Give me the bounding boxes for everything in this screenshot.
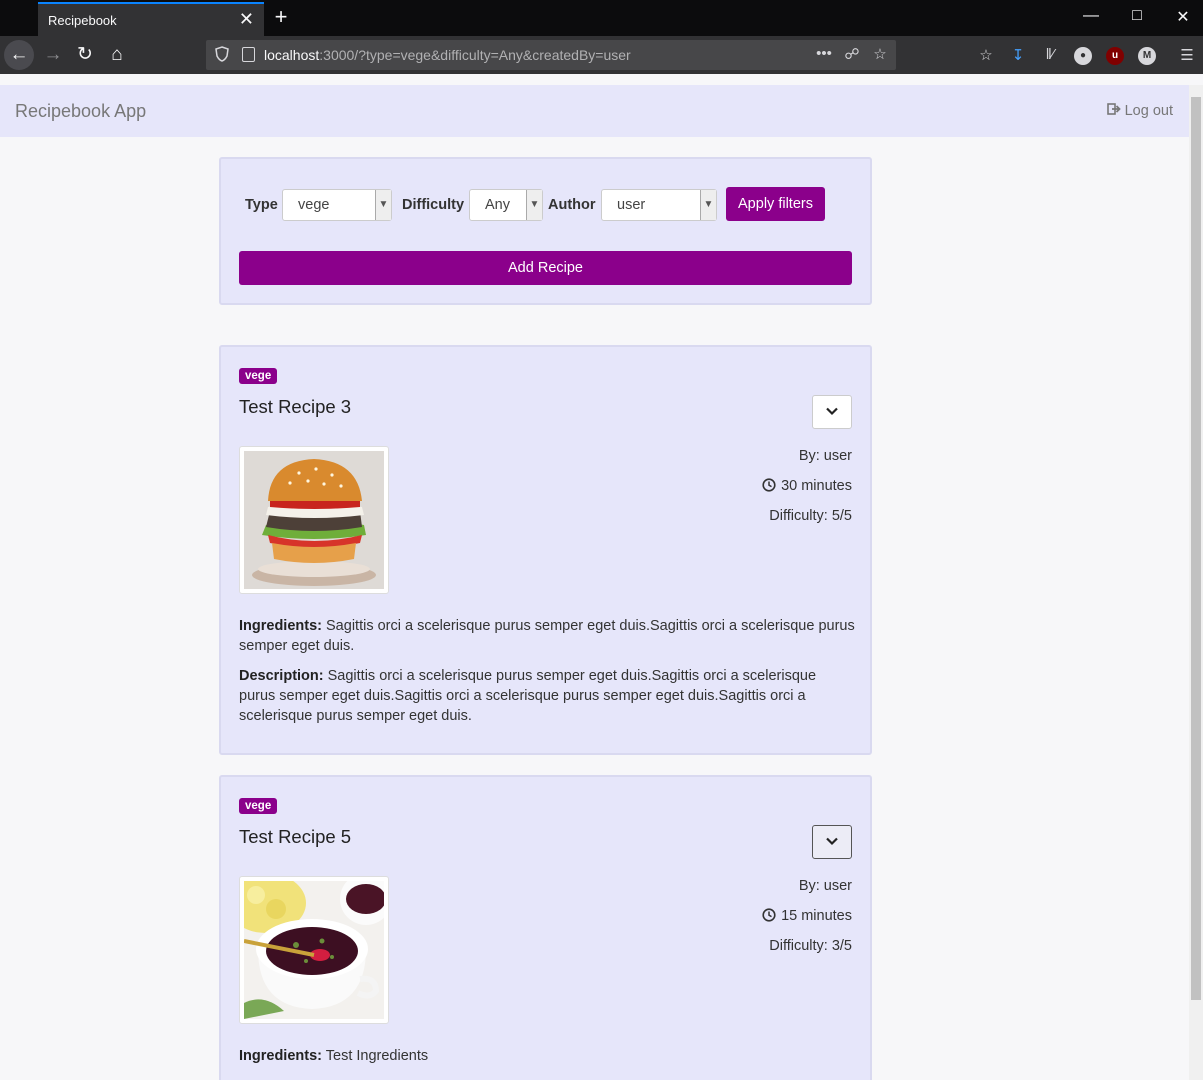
author-select-value: user [617, 197, 646, 213]
recipe-description: Description: Sagittis orci a scelerisque… [239, 668, 817, 724]
difficulty-select[interactable]: Any ▼ [469, 189, 543, 221]
home-icon[interactable]: ⌂ [102, 40, 132, 70]
scrollbar-thumb[interactable] [1191, 97, 1201, 1000]
extension-globe-icon[interactable]: ● [1074, 47, 1092, 65]
bookmark-star-icon[interactable]: ☆ [870, 45, 890, 63]
page-icon [242, 47, 255, 62]
chevron-down-icon: ▼ [375, 190, 391, 220]
recipe-time: 15 minutes [762, 908, 852, 924]
address-bar[interactable]: localhost:3000/?type=vege&difficulty=Any… [206, 40, 896, 70]
recipe-card: vege Test Recipe 3 By: user 30 minutes D… [219, 345, 872, 755]
chrome-separator [0, 74, 1203, 85]
type-badge: vege [239, 368, 278, 384]
back-icon[interactable]: ← [4, 40, 34, 70]
type-select-value: vege [298, 197, 330, 213]
app-brand[interactable]: Recipebook App [15, 101, 146, 122]
page-actions-icon[interactable]: ••• [814, 45, 834, 62]
recipe-difficulty: Difficulty: 5/5 [769, 508, 852, 524]
recipe-time: 30 minutes [762, 478, 852, 494]
browser-toolbar: ← → ↻ ⌂ localhost:3000/?type=vege&diffic… [0, 36, 1203, 74]
chevron-down-icon [826, 407, 838, 416]
shield-icon [215, 46, 229, 62]
chevron-down-icon: ▼ [700, 190, 716, 220]
burger-photo-icon [244, 451, 384, 589]
forward-icon[interactable]: → [38, 40, 68, 70]
add-recipe-button[interactable]: Add Recipe [239, 251, 852, 285]
menu-icon[interactable]: ☰ [1176, 46, 1198, 64]
downloads-icon[interactable]: ↧ [1007, 46, 1029, 64]
type-select[interactable]: vege ▼ [282, 189, 392, 221]
clock-icon [762, 478, 776, 492]
difficulty-label: Difficulty [402, 197, 465, 213]
ublock-icon[interactable]: u [1106, 47, 1124, 65]
beet-soup-photo-icon [244, 881, 384, 1019]
reading-list-icon[interactable]: ☆ [975, 46, 997, 64]
recipe-image [239, 876, 389, 1024]
maximize-icon[interactable]: □ [1127, 7, 1147, 25]
logout-link[interactable]: Log out [1106, 103, 1173, 119]
recipe-image [239, 446, 389, 594]
logout-label: Log out [1124, 103, 1173, 119]
pocket-icon[interactable]: ☍ [842, 45, 862, 63]
recipe-title: Test Recipe 3 [239, 396, 352, 417]
url-text[interactable]: localhost:3000/?type=vege&difficulty=Any… [264, 47, 631, 63]
recipe-difficulty: Difficulty: 3/5 [769, 938, 852, 954]
author-label: Author [548, 197, 596, 213]
extension-m-icon[interactable]: M [1138, 47, 1156, 65]
logout-icon [1106, 103, 1121, 115]
reload-icon[interactable]: ↻ [70, 40, 100, 70]
new-tab-icon[interactable]: + [270, 4, 292, 30]
author-select[interactable]: user ▼ [601, 189, 717, 221]
type-badge: vege [239, 798, 278, 814]
type-label: Type [245, 197, 278, 213]
tab-close-icon[interactable]: ✕ [239, 9, 254, 30]
filter-card: Type vege ▼ Difficulty Any ▼ Author user… [219, 157, 872, 305]
tab-title: Recipebook [48, 13, 117, 28]
library-icon[interactable]: ‖⁄ [1039, 46, 1061, 63]
recipe-author: By: user [798, 448, 852, 464]
expand-button[interactable] [812, 825, 852, 859]
recipe-ingredients: Ingredients: Sagittis orci a scelerisque… [239, 618, 855, 654]
apply-filters-button[interactable]: Apply filters [726, 187, 825, 221]
difficulty-select-value: Any [485, 197, 510, 213]
browser-tab-bar: Recipebook ✕ + — □ ✕ [0, 0, 1203, 36]
minimize-icon[interactable]: — [1081, 7, 1101, 25]
browser-tab[interactable]: Recipebook ✕ [38, 2, 264, 36]
clock-icon [762, 908, 776, 922]
recipe-ingredients: Ingredients: Test Ingredients [239, 1048, 429, 1064]
chevron-down-icon: ▼ [526, 190, 542, 220]
recipe-title: Test Recipe 5 [239, 826, 352, 847]
recipe-card: vege Test Recipe 5 By: user 15 minutes D… [219, 775, 872, 1080]
app-navbar: Recipebook App Log out [0, 85, 1189, 137]
chevron-down-icon [826, 837, 838, 846]
window-close-icon[interactable]: ✕ [1173, 7, 1193, 27]
recipe-author: By: user [798, 878, 852, 894]
expand-button[interactable] [812, 395, 852, 429]
